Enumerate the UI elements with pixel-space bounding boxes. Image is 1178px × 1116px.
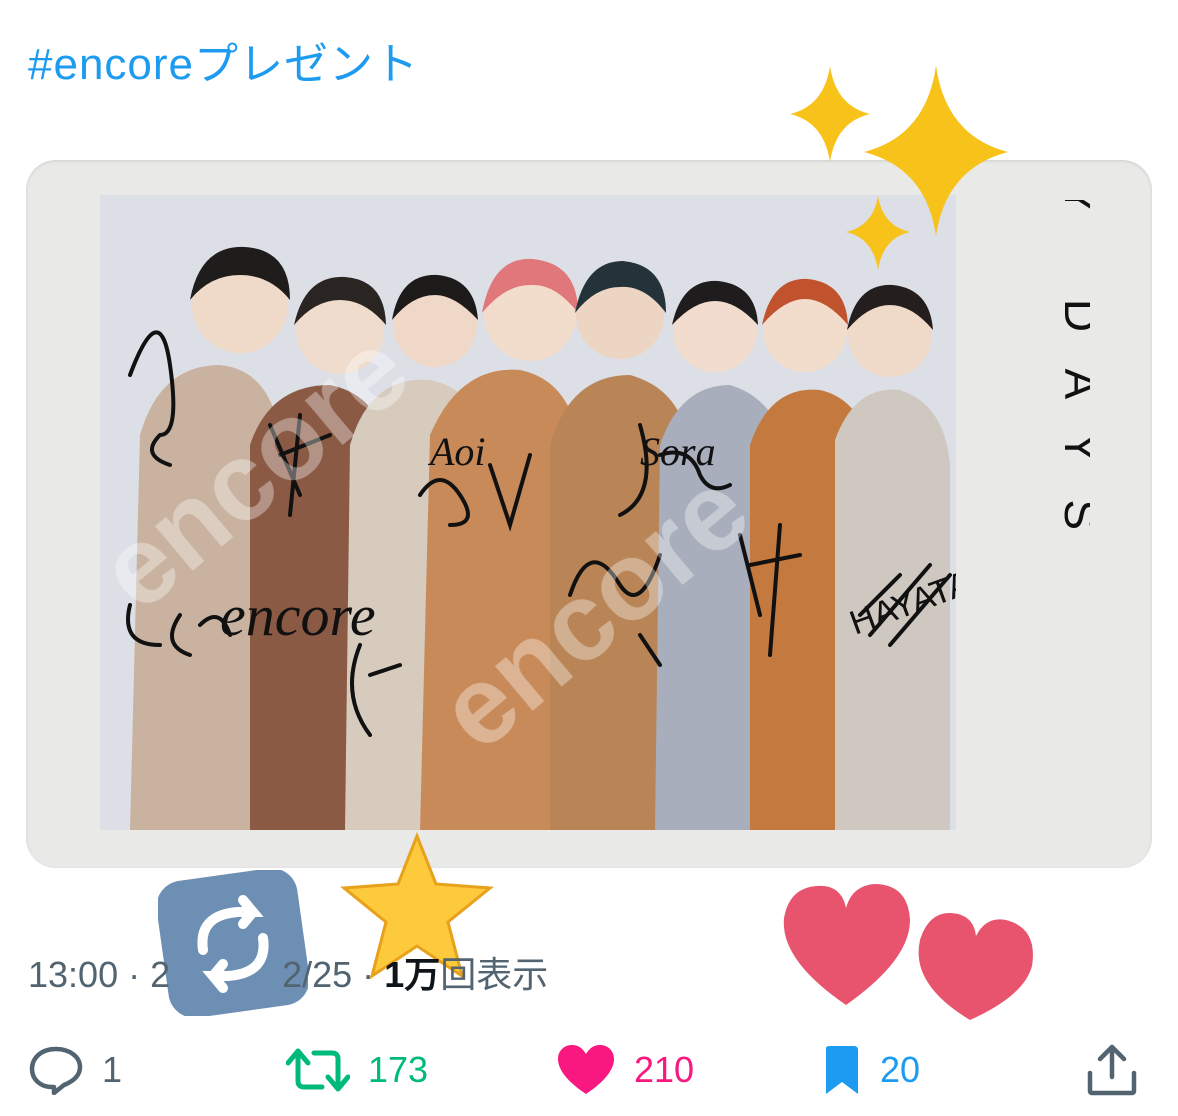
sparkles-sticker <box>790 66 1008 270</box>
retweet-icon <box>286 1048 350 1092</box>
svg-text:VOKSY DAYS: VOKSY DAYS <box>1055 200 1090 530</box>
side-caption: VOKSY DAYS <box>1055 200 1090 530</box>
hearts-sticker <box>783 884 1033 1020</box>
like-button[interactable]: 210 <box>556 1040 694 1100</box>
retweet-count: 173 <box>368 1049 429 1090</box>
signature-encore: encore <box>220 583 376 648</box>
share-icon <box>1087 1044 1137 1096</box>
tweet-time[interactable]: 13:00 · 2 <box>28 954 170 995</box>
reply-icon <box>29 1046 83 1095</box>
signature-aoi: Aoi <box>427 429 486 474</box>
group-photo[interactable]: encore Aoi Sora HAYATA encore encore <box>100 195 956 830</box>
bookmark-icon <box>826 1046 858 1094</box>
tweet-date[interactable]: 2/25 · <box>282 954 374 995</box>
retweet-button[interactable]: 173 <box>286 1040 428 1100</box>
heart-icon <box>558 1045 614 1094</box>
like-count: 210 <box>634 1049 695 1090</box>
share-button[interactable] <box>1084 1040 1140 1100</box>
reply-count: 1 <box>102 1049 123 1090</box>
views-count: 1万 <box>384 954 441 995</box>
group-photo-illustration: encore Aoi Sora HAYATA encore encore <box>100 195 956 830</box>
views-label: 回表示 <box>440 954 549 995</box>
bookmark-button[interactable]: 20 <box>822 1040 920 1100</box>
reply-button[interactable]: 1 <box>28 1040 122 1100</box>
hashtag-link[interactable]: #encoreプレゼント <box>28 28 419 92</box>
bookmark-count: 20 <box>880 1049 921 1090</box>
tweet-meta: 13:00 · 2 2/25 · 1万回表示 <box>28 946 548 998</box>
